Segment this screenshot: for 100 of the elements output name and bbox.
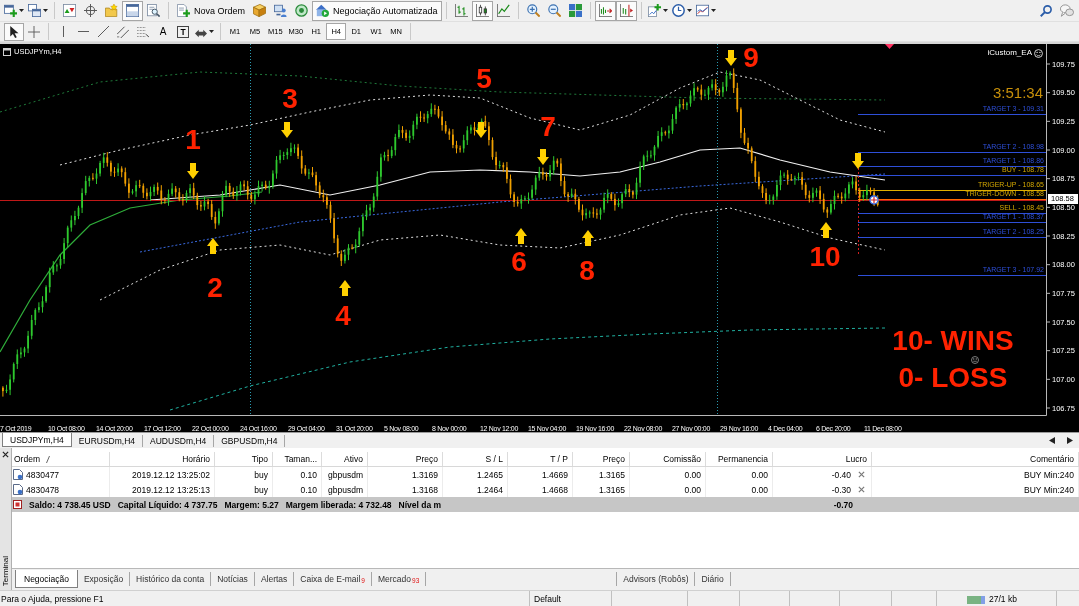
monitor-user-icon <box>274 4 288 17</box>
channel-lines-icon <box>117 25 129 38</box>
chart-tab[interactable]: EURUSDm,H4 <box>71 435 144 447</box>
price-arrows-icon <box>63 4 76 17</box>
table-cell: 1.3169 <box>368 467 443 482</box>
toolbar-button[interactable] <box>122 0 143 21</box>
signal-number: 8 <box>579 257 595 285</box>
chart-type-button[interactable] <box>471 0 493 21</box>
expert-name: iCustom_EA <box>987 48 1032 58</box>
speech-bubbles-icon <box>1059 3 1074 18</box>
zoom-out-icon <box>547 4 561 17</box>
column-header[interactable]: Preço <box>368 452 443 466</box>
score-text: 0- LOSS <box>898 364 1008 392</box>
window-icon <box>3 47 11 56</box>
arrow-down-icon <box>725 50 737 66</box>
clock-icon <box>671 4 685 17</box>
chart-shift-icon <box>619 4 633 17</box>
chart-plus-icon <box>647 4 661 17</box>
neutral-face-icon <box>971 356 979 364</box>
scroll-left-icon[interactable] <box>1049 437 1055 444</box>
arrow-down-icon <box>537 149 549 165</box>
terminal-tab[interactable]: Advisors (Robôs) <box>616 572 696 586</box>
scroll-right-icon[interactable] <box>1067 437 1073 444</box>
balance-text: Margem liberada: 4 732.48 <box>285 499 392 510</box>
status-text: Para o Ajuda, pressione F1 <box>0 592 105 606</box>
terminal-tab[interactable]: Negociação <box>15 570 78 588</box>
arrow-up-icon <box>582 230 594 246</box>
column-header[interactable]: T / P <box>508 452 573 466</box>
window-plus-icon <box>4 4 17 17</box>
candlestick-icon <box>475 4 489 17</box>
signal-number: 1 <box>185 126 201 154</box>
arrow-up-icon <box>820 222 832 238</box>
text-tool-button[interactable]: A <box>153 22 173 41</box>
tile-windows-icon <box>568 4 582 17</box>
new-order-button[interactable]: Nova Ordem <box>173 0 250 21</box>
profile-name: Default <box>534 593 561 604</box>
terminal-title: Terminal <box>0 555 11 586</box>
table-cell: gbpusdm <box>322 467 368 482</box>
table-cell: 1.4669 <box>508 467 573 482</box>
column-header[interactable]: S / L <box>443 452 508 466</box>
windows-icon <box>28 4 41 17</box>
caret-icon <box>662 9 668 12</box>
chart-tab[interactable]: GBPUSDm,H4 <box>214 435 286 447</box>
caret-icon <box>19 9 24 12</box>
close-icon[interactable] <box>2 451 9 458</box>
dotted-lines-icon <box>137 25 149 38</box>
magnifier-document-icon <box>147 4 160 17</box>
signal-number: 4 <box>335 302 351 330</box>
label-tool-button[interactable]: T <box>177 25 189 38</box>
terminal-tab[interactable]: Alertas <box>254 572 295 586</box>
table-cell: 1.3165 <box>573 467 630 482</box>
toolbar-button[interactable] <box>594 0 616 21</box>
house-play-icon <box>316 4 330 17</box>
table-cell: 0.00 <box>706 467 773 482</box>
table-cell: 1.2465 <box>443 467 508 482</box>
table-cell: 0.00 <box>630 467 706 482</box>
column-header[interactable]: Permanencia <box>706 452 773 466</box>
caret-icon <box>710 9 716 12</box>
terminal-tab[interactable]: Notícias <box>211 572 255 586</box>
balance-text: Nível da m <box>398 499 442 510</box>
trend-line-icon <box>97 26 109 37</box>
column-header[interactable]: Tipo <box>215 452 273 466</box>
search-icon <box>1039 4 1052 17</box>
chart-tab[interactable]: AUDUSDm,H4 <box>143 435 215 447</box>
score-text: 10- WINS <box>892 327 1014 355</box>
toolbar-button[interactable] <box>615 0 637 21</box>
signal-number: 10 <box>809 243 841 271</box>
star-folder-icon <box>105 4 118 17</box>
arrow-down-icon <box>852 153 864 169</box>
profit-value: -0.30 <box>831 484 851 495</box>
profit-value: -0.40 <box>831 469 851 480</box>
column-header[interactable]: Horário <box>110 452 215 466</box>
auto-trading-button[interactable]: Negociação Automatizada <box>312 0 442 21</box>
column-header[interactable]: Lucro <box>773 452 872 466</box>
column-header[interactable]: Comentário <box>872 452 1079 466</box>
column-header[interactable]: Ativo <box>322 452 368 466</box>
chart-tab[interactable]: USDJPYm,H4 <box>2 433 72 447</box>
cursor-mode-button[interactable] <box>4 22 24 41</box>
signal-number: 2 <box>207 274 223 302</box>
terminal-tab[interactable]: Histórico da conta <box>130 572 212 586</box>
column-header[interactable]: Ordem <box>14 454 40 464</box>
column-header[interactable]: Taman... <box>273 452 322 466</box>
panel-window-icon <box>126 4 139 17</box>
arrow-up-icon <box>339 280 351 296</box>
zoom-in-icon <box>526 4 540 17</box>
table-cell: BUY Min:240 <box>872 467 1079 482</box>
terminal-tab[interactable]: Diário <box>695 572 731 586</box>
terminal-tab[interactable]: Exposição <box>77 572 131 586</box>
table-cell: 2019.12.12 13:25:02 <box>110 467 215 482</box>
crosshair-icon <box>84 4 97 17</box>
balance-text: Saldo: 4 738.45 USD <box>29 499 111 510</box>
column-header[interactable]: Preço <box>573 452 630 466</box>
countdown-timer: 3:51:34 <box>992 85 1043 100</box>
ring-icon <box>295 4 309 17</box>
column-header[interactable]: Comissão <box>630 452 706 466</box>
table-cell: 0.10 <box>273 467 322 482</box>
triangle-marker-icon <box>885 44 894 49</box>
cursor-icon <box>8 25 20 38</box>
document-plus-icon <box>177 4 190 17</box>
total-profit: -0.70 <box>833 499 853 510</box>
